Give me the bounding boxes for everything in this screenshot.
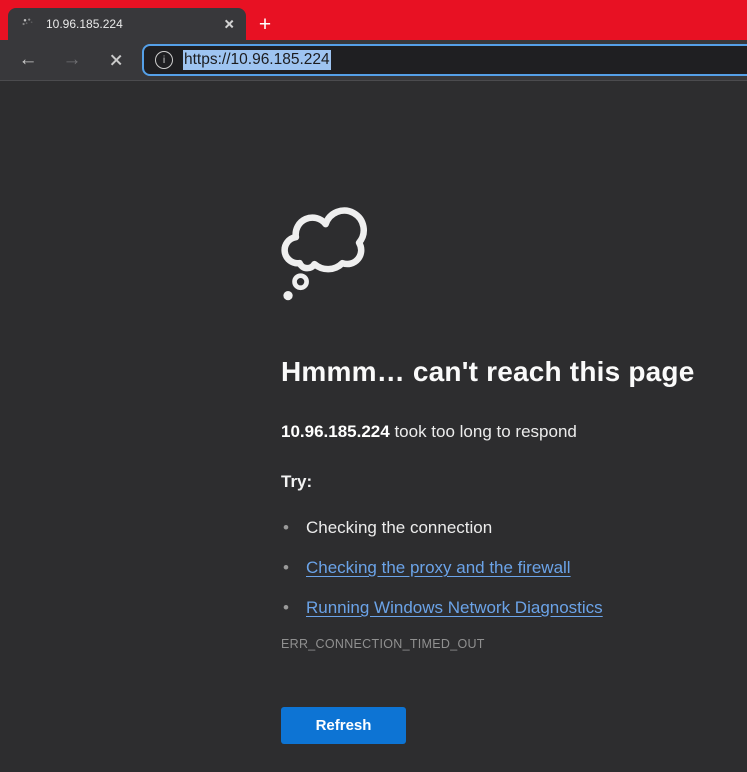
info-icon[interactable]: i — [155, 51, 173, 69]
list-item-network-diagnostics: • Running Windows Network Diagnostics — [281, 596, 731, 620]
try-list: • Checking the connection • Checking the… — [281, 516, 731, 620]
error-code: ERR_CONNECTION_TIMED_OUT — [281, 636, 731, 652]
list-item-proxy-firewall: • Checking the proxy and the firewall — [281, 556, 731, 580]
tab-bar: 10.96.185.224 + — [0, 0, 747, 40]
plus-icon: + — [259, 14, 271, 35]
address-bar[interactable]: i https://10.96.185.224 — [142, 44, 747, 76]
network-diagnostics-link[interactable]: Running Windows Network Diagnostics — [306, 598, 603, 617]
proxy-firewall-link[interactable]: Checking the proxy and the firewall — [306, 558, 571, 577]
try-label: Try: — [281, 470, 731, 494]
list-item-connection: • Checking the connection — [281, 516, 731, 540]
bullet-icon: • — [283, 556, 289, 580]
new-tab-button[interactable]: + — [251, 10, 279, 38]
page-content: Hmmm… can't reach this page 10.96.185.22… — [0, 81, 747, 772]
error-heading: Hmmm… can't reach this page — [281, 356, 731, 388]
thought-bubble-icon — [281, 200, 731, 304]
navigation-toolbar: ← → i https://10.96.185.224 — [0, 40, 747, 81]
browser-window: 10.96.185.224 + ← → i https://10.96.185.… — [0, 0, 747, 772]
arrow-right-icon: → — [63, 49, 82, 71]
tab-title: 10.96.185.224 — [46, 17, 210, 31]
arrow-left-icon: ← — [19, 49, 38, 71]
forward-button[interactable]: → — [58, 46, 86, 74]
refresh-button[interactable]: Refresh — [281, 707, 406, 744]
error-page: Hmmm… can't reach this page 10.96.185.22… — [0, 81, 731, 744]
bullet-icon: • — [283, 516, 289, 540]
back-button[interactable]: ← — [14, 46, 42, 74]
list-item-label: Checking the connection — [306, 518, 492, 537]
stop-button[interactable] — [102, 46, 130, 74]
browser-tab[interactable]: 10.96.185.224 — [8, 8, 246, 40]
host-name: 10.96.185.224 — [281, 422, 390, 441]
loading-spinner-icon — [20, 16, 36, 32]
error-subtitle: 10.96.185.224 took too long to respond — [281, 420, 731, 444]
url-text[interactable]: https://10.96.185.224 — [183, 51, 331, 69]
bullet-icon: • — [283, 596, 289, 620]
subtitle-text: took too long to respond — [390, 422, 577, 441]
cross-icon — [110, 54, 123, 67]
url-selected-text: https://10.96.185.224 — [183, 50, 331, 70]
tab-close-icon[interactable] — [220, 15, 238, 33]
